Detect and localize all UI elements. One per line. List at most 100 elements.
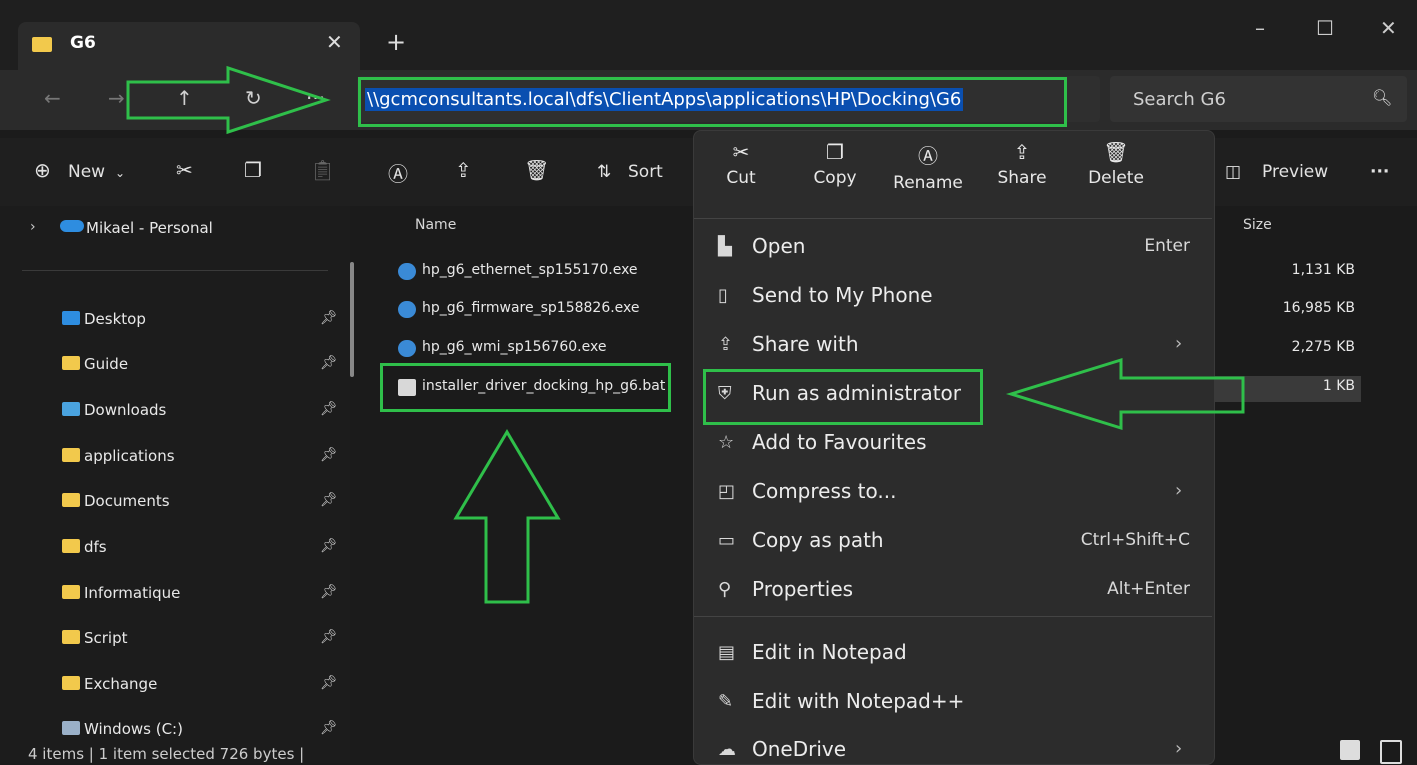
sidebar-item-label: Guide xyxy=(84,355,129,373)
menu-item[interactable]: Properties xyxy=(752,577,853,601)
path-icon: ▭ xyxy=(718,530,736,551)
chevron-right-icon: › xyxy=(1175,480,1183,501)
sidebar-item-label: Windows (C:) xyxy=(84,720,183,738)
minimize-button[interactable]: – xyxy=(1255,16,1265,40)
column-header-name[interactable]: Name xyxy=(415,217,456,233)
copy-icon[interactable]: ❐ xyxy=(244,158,262,182)
menu-item[interactable]: OneDrive xyxy=(752,737,846,761)
sidebar-item-label: applications xyxy=(84,447,175,465)
pin-icon[interactable]: 📌︎ xyxy=(320,355,338,371)
sidebar-item[interactable]: Windows (C:) xyxy=(62,720,183,738)
menu-item[interactable]: Compress to... xyxy=(752,479,896,503)
exe-file-icon xyxy=(398,263,416,280)
new-tab-button[interactable]: + xyxy=(386,28,406,56)
pin-icon[interactable]: 📌︎ xyxy=(320,675,338,691)
pin-icon[interactable]: 📌︎ xyxy=(320,629,338,645)
tab-g6[interactable]: G6 ✕ xyxy=(18,22,360,70)
menu-item[interactable]: Send to My Phone xyxy=(752,283,933,307)
pin-icon[interactable]: 📌︎ xyxy=(320,310,338,326)
sidebar-item-onedrive[interactable]: Mikael - Personal xyxy=(86,219,213,237)
search-input[interactable]: Search G6 xyxy=(1133,89,1226,110)
menu-item[interactable]: Open xyxy=(752,234,805,258)
notepadpp-icon: ✎ xyxy=(718,691,734,712)
sidebar-item[interactable]: Documents xyxy=(62,492,170,510)
drive-icon xyxy=(62,721,80,735)
rename-icon[interactable]: Ⓐ xyxy=(388,158,408,187)
chevron-right-icon: › xyxy=(1175,333,1183,354)
folder-icon xyxy=(62,630,80,644)
exe-file-icon xyxy=(398,340,416,357)
menu-item[interactable]: Share with xyxy=(752,332,859,356)
sidebar-item[interactable]: Informatique xyxy=(62,584,180,602)
pin-icon[interactable]: 📌︎ xyxy=(320,584,338,600)
sidebar-item-label: Informatique xyxy=(84,584,181,602)
menu-shortcut: Ctrl+Shift+C xyxy=(1080,530,1190,550)
folder-icon xyxy=(62,356,80,370)
tiles-view-icon[interactable] xyxy=(1380,740,1402,764)
quick-action-delete[interactable]: 🗑︎ Delete xyxy=(1081,140,1151,188)
notepad-icon: ▤ xyxy=(718,642,736,663)
file-name[interactable]: hp_g6_wmi_sp156760.exe xyxy=(422,339,606,355)
maximize-button[interactable]: ☐ xyxy=(1316,16,1334,40)
delete-icon[interactable]: 🗑︎ xyxy=(524,158,549,182)
copy-icon: ❐ xyxy=(826,140,844,164)
more-options-button[interactable]: ··· xyxy=(1370,162,1389,182)
sidebar-scrollbar[interactable] xyxy=(350,262,354,377)
sidebar-item-label: dfs xyxy=(84,538,107,556)
menu-item[interactable]: Edit with Notepad++ xyxy=(752,689,964,713)
folder-icon xyxy=(62,539,80,553)
back-icon[interactable]: ← xyxy=(44,86,61,110)
sort-button[interactable]: Sort xyxy=(628,162,663,182)
exe-file-icon xyxy=(398,301,416,318)
pin-icon[interactable]: 📌︎ xyxy=(320,447,338,463)
quick-action-copy[interactable]: ❐ Copy xyxy=(800,140,870,188)
sidebar-item-label: Downloads xyxy=(84,401,167,419)
sidebar-item-label: Documents xyxy=(84,492,170,510)
details-view-icon[interactable] xyxy=(1340,740,1360,760)
file-size: 2,275 KB xyxy=(1291,339,1355,355)
pin-icon[interactable]: 📌︎ xyxy=(320,538,338,554)
chevron-right-icon[interactable]: › xyxy=(30,219,36,235)
share-icon[interactable]: ⇪ xyxy=(455,158,472,182)
plus-circle-icon[interactable]: ⊕ xyxy=(34,158,51,182)
sidebar-divider xyxy=(22,270,328,271)
sidebar-item[interactable]: Downloads xyxy=(62,401,166,419)
column-header-size[interactable]: Size xyxy=(1243,217,1272,233)
file-name[interactable]: hp_g6_ethernet_sp155170.exe xyxy=(422,262,638,278)
sidebar-item[interactable]: dfs xyxy=(62,538,107,556)
sidebar-item[interactable]: Exchange xyxy=(62,675,157,693)
sidebar-item-label: Script xyxy=(84,629,128,647)
sidebar-item-label: Exchange xyxy=(84,675,158,693)
new-button[interactable]: New xyxy=(68,162,105,182)
pin-icon[interactable]: 📌︎ xyxy=(320,401,338,417)
quick-action-share[interactable]: ⇪ Share xyxy=(987,140,1057,188)
sidebar-item[interactable]: Script xyxy=(62,629,128,647)
close-window-button[interactable]: ✕ xyxy=(1380,16,1397,40)
pin-icon[interactable]: 📌︎ xyxy=(320,720,338,736)
pin-icon[interactable]: 📌︎ xyxy=(320,492,338,508)
quick-action-cut[interactable]: ✂ Cut xyxy=(706,140,776,188)
menu-separator xyxy=(694,218,1212,219)
folder-icon xyxy=(62,311,80,325)
sidebar-item-label: Desktop xyxy=(84,310,146,328)
menu-item[interactable]: Edit in Notepad xyxy=(752,640,907,664)
sidebar-item[interactable]: Guide xyxy=(62,355,128,373)
phone-icon: ▯ xyxy=(718,285,728,306)
folder-icon xyxy=(62,448,80,462)
menu-item[interactable]: Copy as path xyxy=(752,528,884,552)
tab-close-icon[interactable]: ✕ xyxy=(326,30,343,54)
cut-icon[interactable]: ✂ xyxy=(176,158,193,182)
quick-action-label: Share xyxy=(997,168,1047,188)
folder-icon xyxy=(62,493,80,507)
sidebar-item[interactable]: applications xyxy=(62,447,175,465)
quick-action-rename[interactable]: Ⓐ Rename xyxy=(893,140,963,193)
paste-icon[interactable]: 📋︎ xyxy=(310,158,335,182)
menu-item[interactable]: Add to Favourites xyxy=(752,430,927,454)
preview-button[interactable]: Preview xyxy=(1262,162,1328,182)
search-icon[interactable]: 🔍︎ xyxy=(1372,88,1392,107)
star-icon: ☆ xyxy=(718,432,735,453)
file-name[interactable]: hp_g6_firmware_sp158826.exe xyxy=(422,300,640,316)
file-size: 1 KB xyxy=(1322,378,1355,394)
folder-icon xyxy=(32,37,52,52)
sidebar-item[interactable]: Desktop xyxy=(62,310,146,328)
